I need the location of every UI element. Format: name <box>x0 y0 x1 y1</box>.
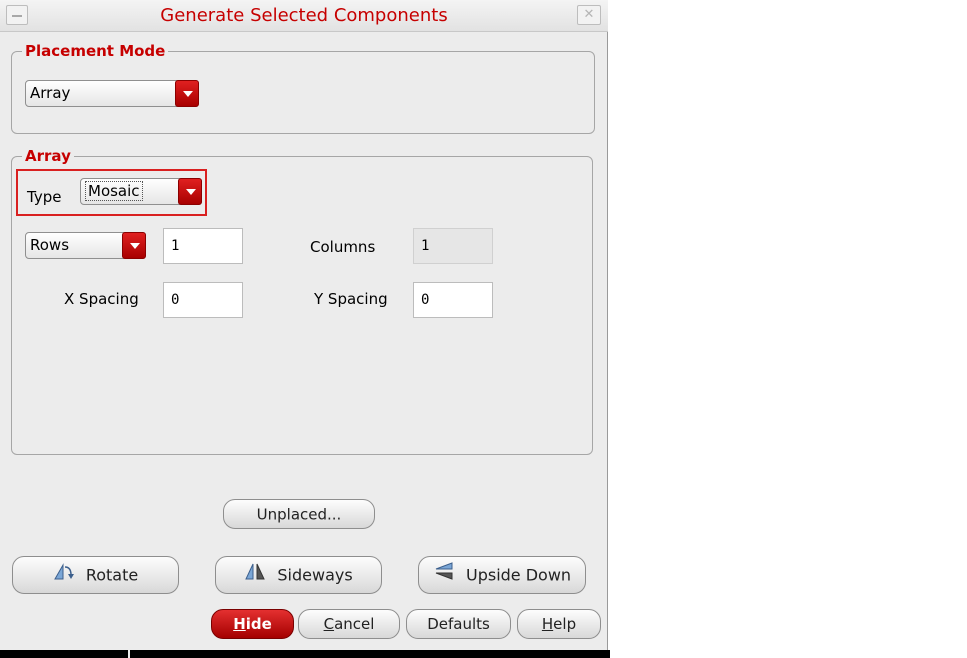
y-spacing-label: Y Spacing <box>314 290 388 308</box>
array-type-select[interactable]: Mosaic <box>80 178 202 205</box>
y-spacing-input[interactable]: 0 <box>413 282 493 318</box>
rows-input[interactable]: 1 <box>163 228 243 264</box>
placement-mode-select[interactable]: Array <box>25 80 199 107</box>
rotate-icon <box>53 558 75 594</box>
unplaced-button[interactable]: Unplaced... <box>223 499 375 529</box>
columns-label: Columns <box>310 238 376 256</box>
flip-horizontal-icon <box>244 558 266 594</box>
chevron-down-icon[interactable] <box>175 80 199 107</box>
array-type-value: Mosaic <box>85 181 143 201</box>
help-mnemonic: H <box>541 615 554 633</box>
array-legend: Array <box>25 147 71 165</box>
columns-field: 1 <box>413 228 493 264</box>
defaults-button[interactable]: Defaults <box>406 609 511 639</box>
rows-columns-select[interactable]: Rows <box>25 232 146 259</box>
flip-vertical-icon <box>433 558 455 594</box>
dialog-window: Generate Selected Components ✕ Placement… <box>0 0 608 652</box>
cancel-button-label: ancel <box>334 615 375 633</box>
help-button-label: elp <box>553 615 577 633</box>
sideways-button-label: Sideways <box>277 565 353 585</box>
chevron-down-icon[interactable] <box>178 178 202 205</box>
placement-mode-value: Array <box>30 84 71 102</box>
chevron-down-icon[interactable] <box>122 232 146 259</box>
hide-button-label: ide <box>245 615 272 633</box>
defaults-button-label: Defaults <box>427 615 490 633</box>
upside-down-button[interactable]: Upside Down <box>418 556 586 594</box>
rotate-button[interactable]: Rotate <box>12 556 179 594</box>
x-spacing-label: X Spacing <box>64 290 139 308</box>
hide-mnemonic: H <box>233 615 246 633</box>
upside-down-button-label: Upside Down <box>466 565 572 585</box>
cancel-button[interactable]: Cancel <box>298 609 400 639</box>
window-bottom-edge <box>0 650 610 658</box>
cancel-mnemonic: C <box>323 615 335 633</box>
edge-notch <box>128 650 130 658</box>
unplaced-button-label: Unplaced... <box>256 505 342 524</box>
window-title: Generate Selected Components <box>160 5 448 26</box>
hide-button[interactable]: Hide <box>211 609 294 639</box>
rows-select-value: Rows <box>30 236 70 254</box>
placement-mode-legend: Placement Mode <box>25 42 166 60</box>
close-icon[interactable]: ✕ <box>577 5 601 25</box>
type-label: Type <box>27 188 62 206</box>
x-spacing-input[interactable]: 0 <box>163 282 243 318</box>
sideways-button[interactable]: Sideways <box>215 556 382 594</box>
title-bar[interactable]: Generate Selected Components ✕ <box>0 0 608 32</box>
rotate-button-label: Rotate <box>85 565 139 585</box>
help-button[interactable]: Help <box>517 609 601 639</box>
